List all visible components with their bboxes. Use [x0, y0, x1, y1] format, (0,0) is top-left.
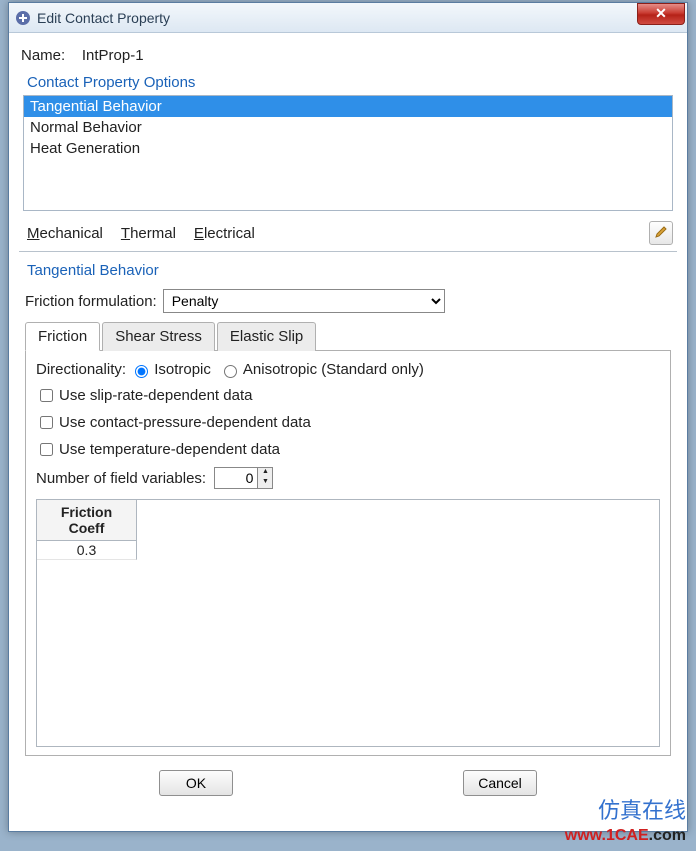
check-slip-rate[interactable]: [40, 389, 53, 402]
ok-button[interactable]: OK: [159, 770, 233, 796]
options-list[interactable]: Tangential Behavior Normal Behavior Heat…: [23, 95, 673, 211]
menu-mechanical[interactable]: Mechanical: [27, 225, 103, 242]
button-bar: OK Cancel: [19, 764, 677, 798]
app-icon: [15, 10, 31, 26]
check-slip-rate-label[interactable]: Use slip-rate-dependent data: [59, 387, 252, 404]
edit-options-button[interactable]: [649, 221, 673, 245]
tab-strip: Friction Shear Stress Elastic Slip: [25, 321, 671, 351]
name-value: IntProp-1: [82, 47, 144, 64]
friction-formulation-label: Friction formulation:: [25, 293, 157, 310]
field-vars-spinner: ▲ ▼: [258, 467, 273, 489]
field-vars-label: Number of field variables:: [36, 470, 206, 487]
spinner-down[interactable]: ▼: [258, 478, 272, 488]
menu-electrical[interactable]: Electrical: [194, 225, 255, 242]
radio-isotropic-label[interactable]: Isotropic: [154, 361, 211, 378]
friction-formulation-select[interactable]: Penalty: [163, 289, 445, 313]
table-header: FrictionCoeff: [37, 500, 137, 541]
option-normal[interactable]: Normal Behavior: [24, 117, 672, 138]
name-row: Name: IntProp-1: [21, 47, 677, 64]
directionality-row: Directionality: Isotropic Anisotropic (S…: [36, 361, 660, 378]
cancel-button[interactable]: Cancel: [463, 770, 537, 796]
check-temperature-label[interactable]: Use temperature-dependent data: [59, 441, 280, 458]
options-group-label: Contact Property Options: [27, 74, 677, 91]
check-temperature[interactable]: [40, 443, 53, 456]
dialog-window: Edit Contact Property ✕ Name: IntProp-1 …: [8, 2, 688, 832]
radio-isotropic[interactable]: [135, 365, 148, 378]
tab-body-friction: Directionality: Isotropic Anisotropic (S…: [25, 351, 671, 756]
section-title: Tangential Behavior: [27, 262, 677, 279]
radio-anisotropic[interactable]: [224, 365, 237, 378]
option-tangential[interactable]: Tangential Behavior: [24, 96, 672, 117]
close-icon: ✕: [655, 5, 667, 22]
window-title: Edit Contact Property: [37, 10, 170, 26]
titlebar: Edit Contact Property ✕: [9, 3, 687, 33]
option-heat[interactable]: Heat Generation: [24, 138, 672, 159]
field-vars-row: Number of field variables: ▲ ▼: [36, 467, 660, 489]
table-cell[interactable]: 0.3: [37, 541, 137, 560]
tab-shear-stress[interactable]: Shear Stress: [102, 322, 215, 351]
pencil-icon: [654, 225, 668, 242]
tab-elastic-slip[interactable]: Elastic Slip: [217, 322, 316, 351]
menu-thermal[interactable]: Thermal: [121, 225, 176, 242]
name-label: Name:: [21, 47, 65, 64]
close-button[interactable]: ✕: [637, 3, 685, 25]
friction-formulation-row: Friction formulation: Penalty: [25, 289, 671, 313]
directionality-label: Directionality:: [36, 361, 126, 378]
radio-anisotropic-label[interactable]: Anisotropic (Standard only): [243, 361, 424, 378]
dialog-content: Name: IntProp-1 Contact Property Options…: [9, 33, 687, 808]
spinner-up[interactable]: ▲: [258, 468, 272, 478]
tab-friction[interactable]: Friction: [25, 322, 100, 351]
friction-coeff-table: FrictionCoeff 0.3: [36, 499, 660, 747]
field-vars-input[interactable]: [214, 467, 258, 489]
category-menu-row: Mechanical Thermal Electrical: [19, 217, 677, 252]
check-contact-pressure[interactable]: [40, 416, 53, 429]
check-contact-pressure-label[interactable]: Use contact-pressure-dependent data: [59, 414, 311, 431]
